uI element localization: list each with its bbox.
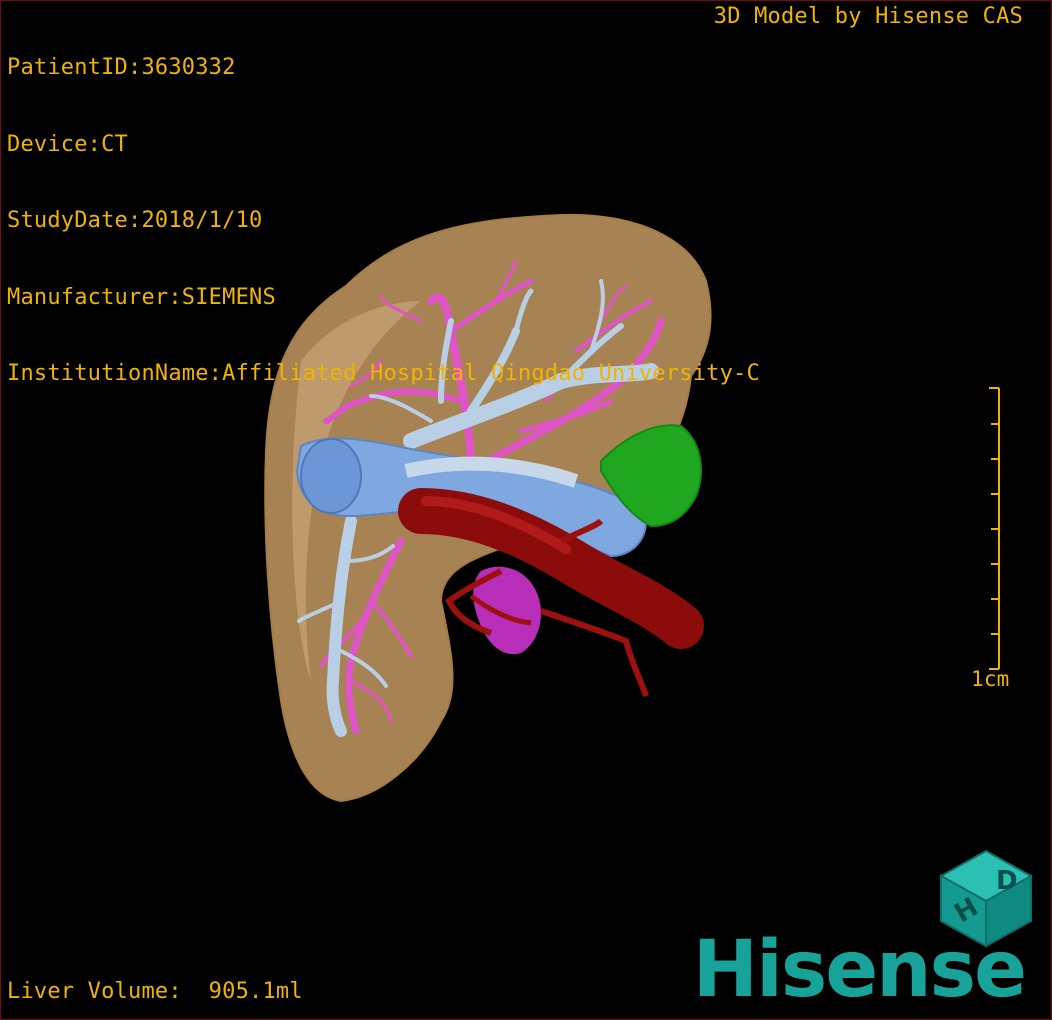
liver-volume-readout: Liver Volume: 905.1ml xyxy=(7,978,303,1004)
institution-name: InstitutionName:Affiliated Hospital Qing… xyxy=(7,361,760,386)
3d-viewport[interactable]: PatientID:3630332 Device:CT StudyDate:20… xyxy=(0,0,1052,1020)
scale-bar xyxy=(989,387,1000,670)
model-credit: 3D Model by Hisense CAS xyxy=(713,4,1023,29)
scale-label: 1cm xyxy=(971,667,1010,691)
study-date: StudyDate:2018/1/10 xyxy=(7,208,263,233)
device: Device:CT xyxy=(7,131,129,157)
hisense-logo: Hisense xyxy=(692,925,1027,1015)
vena-cava-opening xyxy=(300,438,362,514)
patient-info-overlay: PatientID:3630332 Device:CT StudyDate:20… xyxy=(7,4,760,438)
patient-id: PatientID:3630332 xyxy=(7,55,236,80)
manufacturer: Manufacturer:SIEMENS xyxy=(7,284,276,310)
cube-letter-d: D xyxy=(996,866,1018,896)
